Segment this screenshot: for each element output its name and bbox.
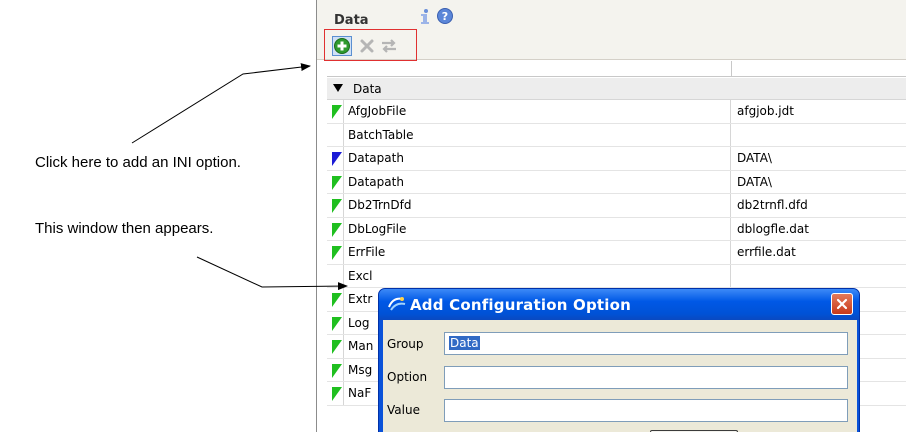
option-name: DbLogFile bbox=[343, 217, 731, 240]
close-button[interactable] bbox=[831, 293, 853, 315]
green-flag-icon bbox=[332, 199, 342, 213]
blue-flag-icon bbox=[332, 152, 342, 166]
toolbar-highlight bbox=[324, 29, 417, 61]
add-icon bbox=[334, 38, 350, 54]
row-gutter bbox=[327, 241, 343, 264]
option-value: DATA\ bbox=[737, 151, 772, 165]
dialog-app-icon bbox=[388, 297, 406, 311]
row-gutter bbox=[327, 100, 343, 123]
option-value: dblogfle.dat bbox=[737, 221, 809, 236]
green-flag-icon bbox=[332, 363, 342, 378]
row-gutter bbox=[327, 264, 343, 287]
help-button[interactable]: ? bbox=[436, 7, 454, 25]
option-row[interactable]: AfgJobFile afgjob.jdt bbox=[327, 100, 906, 124]
option-name: Datapath bbox=[343, 170, 731, 193]
option-row[interactable]: ErrFile errfile.dat bbox=[327, 241, 906, 265]
row-gutter bbox=[327, 288, 343, 311]
option-name: Db2TrnDfd bbox=[343, 194, 731, 217]
group-label: Data bbox=[353, 82, 382, 96]
green-flag-icon bbox=[332, 246, 342, 260]
value-field-label: Value bbox=[387, 403, 420, 417]
option-field-label: Option bbox=[387, 370, 428, 384]
option-value bbox=[732, 265, 906, 288]
info-icon bbox=[421, 9, 429, 24]
panel-header: Data ? bbox=[317, 0, 906, 61]
dialog-title: Add Configuration Option bbox=[410, 296, 632, 314]
help-icon: ? bbox=[437, 8, 453, 24]
group-field[interactable]: Data bbox=[444, 332, 848, 355]
dialog-body: Group Data Option Value bbox=[383, 320, 857, 432]
group-field-label: Group bbox=[387, 337, 424, 351]
row-gutter bbox=[327, 147, 343, 170]
row-gutter bbox=[327, 170, 343, 193]
arrow-to-add-button bbox=[131, 63, 311, 144]
option-row[interactable]: Db2TrnDfd db2trnfl.dfd bbox=[327, 194, 906, 218]
callout-add-option: Click here to add an INI option. bbox=[35, 154, 241, 171]
option-row[interactable]: Datapath DATA\ bbox=[327, 170, 906, 194]
add-option-button[interactable] bbox=[332, 36, 352, 56]
delete-icon bbox=[360, 39, 374, 53]
collapse-caret-icon[interactable] bbox=[333, 84, 343, 92]
row-gutter bbox=[327, 382, 343, 405]
green-flag-icon bbox=[332, 387, 342, 401]
callout-window-appears: This window then appears. bbox=[35, 220, 214, 237]
row-gutter bbox=[327, 311, 343, 334]
option-value: DATA\ bbox=[737, 174, 772, 189]
option-row[interactable]: BatchTable bbox=[327, 123, 906, 147]
group-field-value: Data bbox=[449, 336, 480, 350]
row-gutter bbox=[327, 358, 343, 381]
option-name: ErrFile bbox=[343, 241, 731, 264]
dialog-titlebar[interactable]: Add Configuration Option bbox=[379, 289, 859, 320]
green-flag-icon bbox=[332, 293, 342, 307]
option-row[interactable]: Excl bbox=[327, 264, 906, 288]
svg-text:?: ? bbox=[442, 10, 448, 23]
delete-option-button[interactable] bbox=[358, 37, 376, 55]
option-row[interactable]: DbLogFile dblogfle.dat bbox=[327, 217, 906, 241]
option-value: db2trnfl.dfd bbox=[737, 198, 808, 212]
row-gutter bbox=[327, 217, 343, 240]
option-value: afgjob.jdt bbox=[737, 104, 794, 118]
option-name: Excl bbox=[343, 264, 731, 287]
panel-title: Data bbox=[334, 13, 369, 28]
value-field[interactable] bbox=[444, 399, 848, 422]
option-field[interactable] bbox=[444, 366, 848, 389]
option-row[interactable]: Datapath DATA\ bbox=[327, 147, 906, 171]
group-row-data[interactable]: Data bbox=[327, 78, 906, 100]
add-configuration-option-dialog: Add Configuration Option Group Data Opti… bbox=[378, 288, 860, 432]
green-flag-icon bbox=[332, 105, 342, 119]
close-icon bbox=[836, 298, 848, 310]
option-name: BatchTable bbox=[343, 123, 731, 146]
info-button[interactable] bbox=[415, 7, 433, 25]
move-icon bbox=[382, 39, 396, 53]
option-value bbox=[732, 124, 906, 147]
row-gutter bbox=[327, 194, 343, 217]
green-flag-icon bbox=[332, 316, 342, 331]
option-value: errfile.dat bbox=[737, 245, 796, 259]
green-flag-icon bbox=[332, 222, 342, 237]
green-flag-icon bbox=[332, 340, 342, 354]
green-flag-icon bbox=[332, 175, 342, 190]
move-option-button[interactable] bbox=[380, 37, 398, 55]
row-gutter bbox=[327, 123, 343, 146]
grid-column-header bbox=[327, 61, 906, 77]
option-name: AfgJobFile bbox=[343, 100, 731, 123]
row-gutter bbox=[327, 335, 343, 358]
option-name: Datapath bbox=[343, 147, 731, 170]
